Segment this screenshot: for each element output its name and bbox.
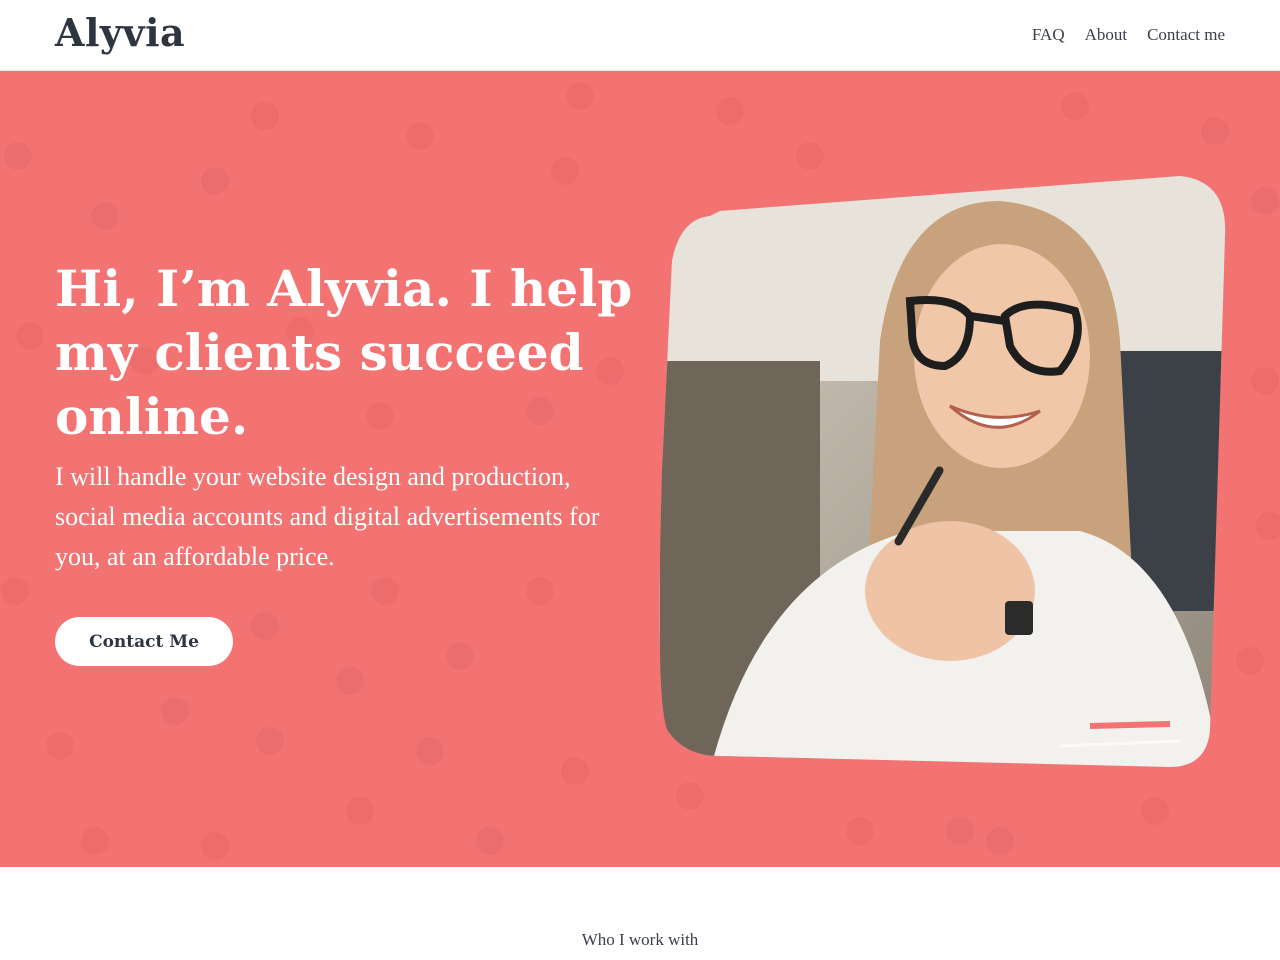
- hero-section: Hi, I’m Alyvia. I help my clients succee…: [0, 71, 1280, 867]
- nav-link-contact[interactable]: Contact me: [1147, 25, 1225, 45]
- portrait-photo: [650, 171, 1230, 771]
- site-header: Alyvia FAQ About Contact me: [0, 0, 1280, 71]
- hero-headline: Hi, I’m Alyvia. I help my clients succee…: [55, 259, 633, 446]
- site-logo[interactable]: Alyvia: [55, 10, 185, 55]
- hero-subtext: I will handle your website design and pr…: [55, 462, 600, 571]
- portrait-photo-icon: [659, 176, 1226, 767]
- contact-me-button[interactable]: Contact Me: [55, 617, 233, 666]
- who-i-work-with-label: Who I work with: [581, 930, 699, 949]
- nav-link-faq[interactable]: FAQ: [1032, 25, 1065, 45]
- main-nav: FAQ About Contact me: [1032, 25, 1225, 45]
- nav-link-about[interactable]: About: [1085, 25, 1128, 45]
